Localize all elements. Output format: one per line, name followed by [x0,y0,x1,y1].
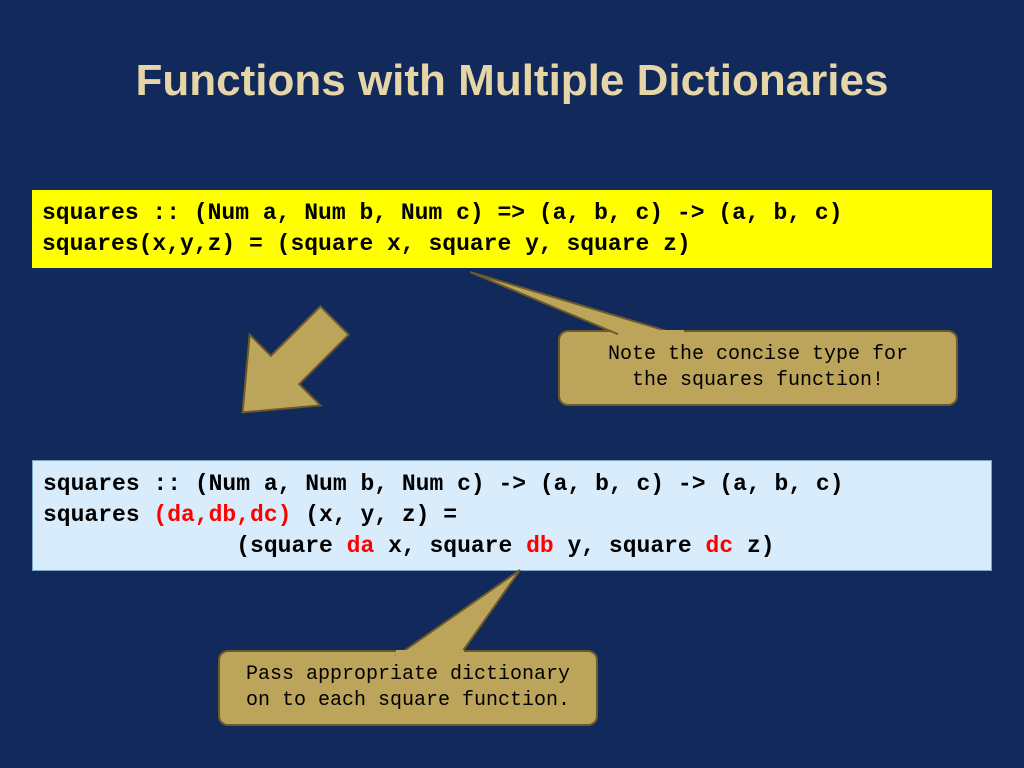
code-block-source: squares :: (Num a, Num b, Num c) => (a, … [32,190,992,268]
code-block-translated: squares :: (Num a, Num b, Num c) -> (a, … [32,460,992,571]
slide-title: Functions with Multiple Dictionaries [0,0,1024,106]
code-line: squares(x,y,z) = (square x, square y, sq… [42,231,691,257]
code-line: squares :: (Num a, Num b, Num c) => (a, … [42,200,843,226]
callout-note-dictionary: Pass appropriate dictionaryon to each sq… [218,650,598,726]
code-seg-highlight: da [347,533,375,559]
code-seg-highlight: (da,db,dc) [153,502,291,528]
code-seg: x, square [374,533,526,559]
code-seg: squares [43,502,153,528]
code-line: squares :: (Num a, Num b, Num c) -> (a, … [43,471,844,497]
callout-tail-icon [470,272,680,335]
callout-tail-icon [398,570,520,655]
code-seg: z) [733,533,774,559]
code-seg: (x, y, z) = [291,502,457,528]
code-seg: y, square [554,533,706,559]
callout-note-type: Note the concise type forthe squares fun… [558,330,958,406]
code-seg-highlight: db [526,533,554,559]
code-seg: (square [43,533,347,559]
code-seg-highlight: dc [706,533,734,559]
